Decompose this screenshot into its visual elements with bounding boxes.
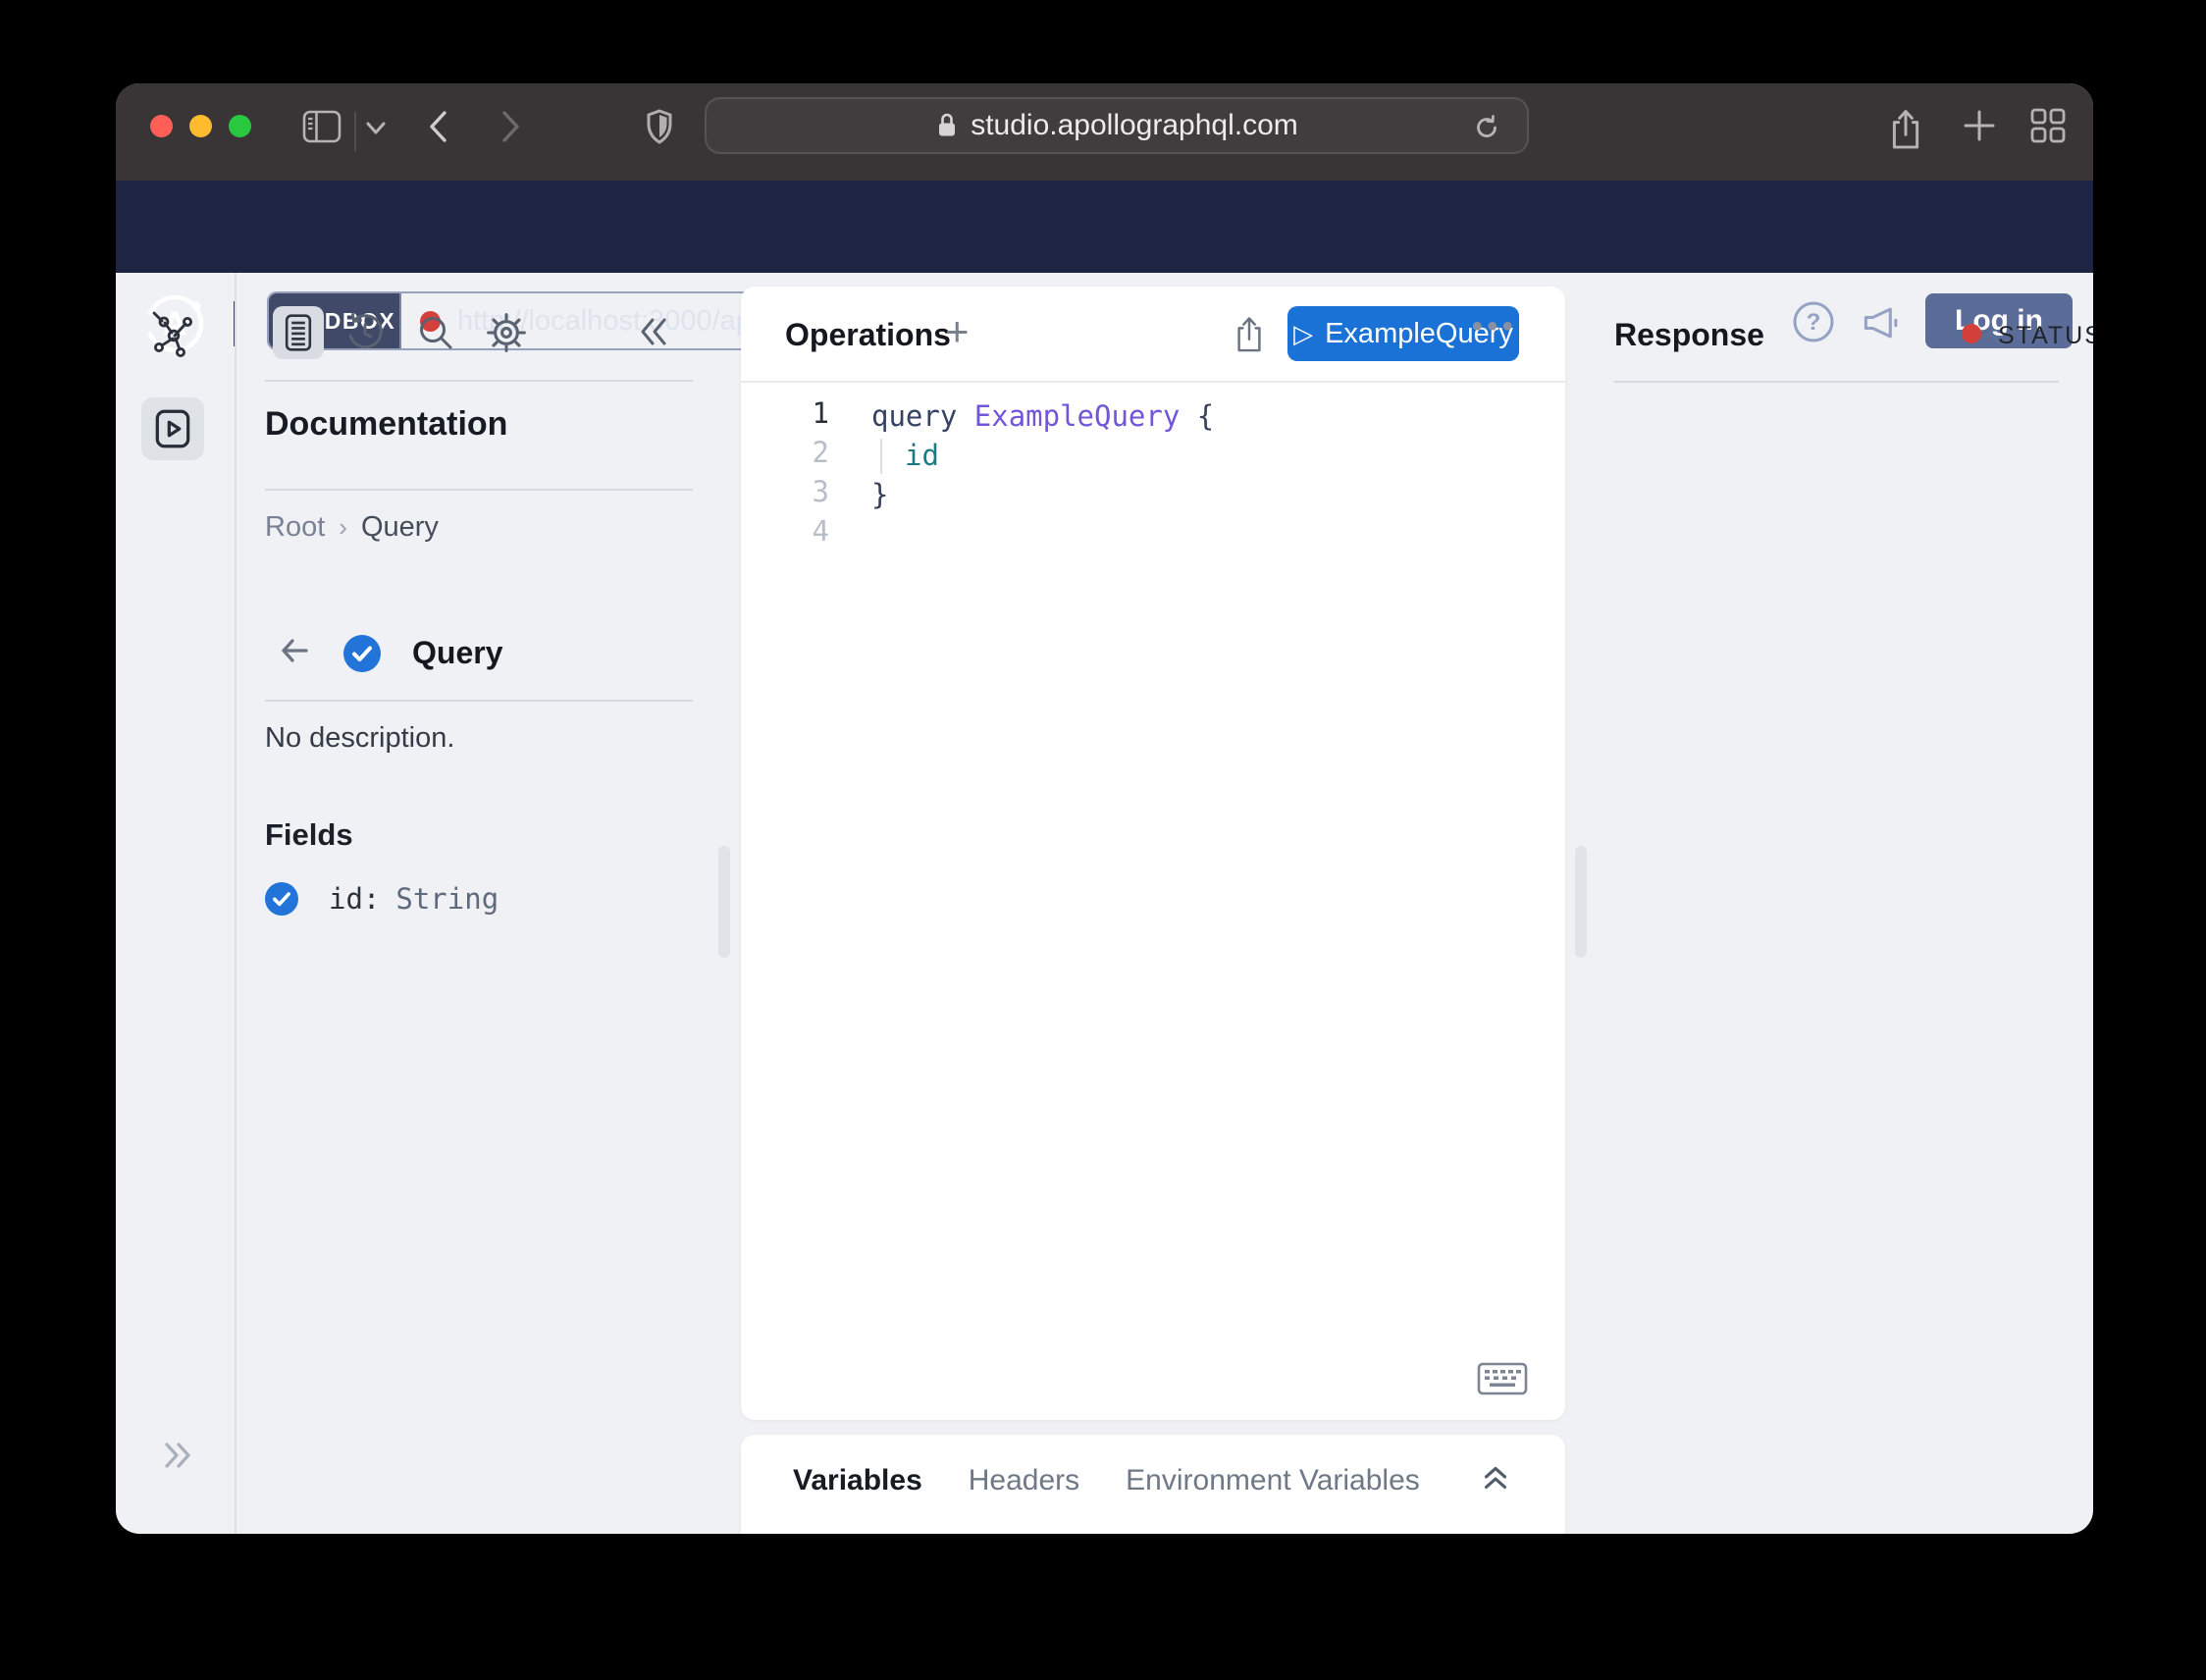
schema-graph-icon[interactable]: [149, 310, 196, 362]
forward-icon[interactable]: [498, 109, 523, 144]
browser-toolbar: studio.apollographql.com: [116, 83, 2093, 181]
collapse-panel-icon[interactable]: [633, 313, 674, 355]
history-icon[interactable]: [343, 311, 387, 359]
indent-guide: [880, 439, 882, 474]
type-heading: Query: [412, 635, 502, 671]
tab-headers[interactable]: Headers: [969, 1464, 1079, 1497]
code-line-1[interactable]: query ExampleQuery {: [871, 396, 1214, 436]
chevron-down-icon[interactable]: [363, 120, 389, 137]
status-dot: [1962, 324, 1981, 343]
privacy-shield-icon[interactable]: [646, 109, 673, 144]
doc-panel-resize-handle[interactable]: [718, 846, 730, 958]
address-bar[interactable]: studio.apollographql.com: [705, 97, 1529, 154]
response-divider: [1614, 381, 2059, 383]
lock-icon: [935, 111, 959, 140]
field-name[interactable]: id:: [329, 882, 380, 916]
line-number: 3: [770, 475, 829, 508]
breadcrumb: Root › Query: [265, 511, 439, 544]
operations-title: Operations: [785, 317, 951, 353]
line-number: 4: [770, 514, 829, 548]
type-header-row: Query: [277, 633, 502, 673]
announcements-megaphone-icon[interactable]: [1860, 305, 1905, 345]
minimize-window-button[interactable]: [189, 115, 212, 137]
app-header: A SANDBOX http://localhost:3000/api/grap…: [116, 181, 2093, 273]
fields-heading: Fields: [265, 817, 353, 853]
line-number: 2: [770, 436, 829, 469]
type-description: No description.: [265, 722, 454, 755]
field-type-link[interactable]: String: [395, 882, 499, 916]
status-label: STATUS: [1998, 322, 2093, 350]
add-operation-button[interactable]: +: [945, 308, 970, 355]
expand-panel-icon[interactable]: [1477, 1460, 1514, 1502]
back-arrow-icon[interactable]: [277, 633, 312, 673]
operations-editor-card: Operations + ▷ ExampleQuery 1 2 3 4 quer…: [741, 287, 1565, 1420]
bottom-tabs: Variables Headers Environment Variables: [793, 1464, 1420, 1497]
search-icon[interactable]: [414, 311, 457, 359]
docs-tab-button[interactable]: [273, 306, 324, 359]
close-window-button[interactable]: [150, 115, 173, 137]
share-icon[interactable]: [1887, 106, 1924, 153]
refresh-icon[interactable]: [1472, 113, 1501, 142]
tab-environment-variables[interactable]: Environment Variables: [1126, 1464, 1420, 1497]
breadcrumb-root[interactable]: Root: [265, 511, 325, 544]
address-text: studio.apollographql.com: [971, 109, 1298, 142]
variables-panel: Variables Headers Environment Variables: [741, 1435, 1565, 1534]
breadcrumb-separator-icon: ›: [339, 512, 347, 543]
response-title: Response: [1614, 317, 1764, 353]
settings-gear-icon[interactable]: [485, 311, 528, 359]
toolbar-divider: [354, 112, 356, 151]
line-number: 1: [770, 396, 829, 430]
type-checked-icon[interactable]: [343, 635, 381, 672]
svg-text:?: ?: [1807, 309, 1821, 336]
explorer-nav-button[interactable]: [141, 397, 204, 460]
field-row[interactable]: id: String: [265, 882, 499, 916]
rail-divider: [235, 273, 236, 1534]
sidebar-toggle-icon[interactable]: [302, 110, 341, 143]
doc-divider: [265, 489, 693, 491]
tab-variables[interactable]: Variables: [793, 1464, 922, 1497]
response-panel-resize-handle[interactable]: [1575, 846, 1587, 958]
code-line-3[interactable]: }: [871, 475, 888, 514]
share-operation-icon[interactable]: [1233, 314, 1266, 360]
field-checked-icon[interactable]: [265, 882, 298, 916]
new-tab-icon[interactable]: [1961, 107, 1998, 144]
ops-header-divider: [741, 381, 1565, 383]
breadcrumb-current: Query: [361, 511, 439, 544]
doc-divider: [265, 700, 693, 702]
help-icon[interactable]: ?: [1791, 299, 1836, 349]
doc-divider: [265, 380, 693, 382]
tab-overview-icon[interactable]: [2029, 107, 2067, 144]
expand-rail-icon[interactable]: [155, 1438, 198, 1478]
back-icon[interactable]: [426, 109, 451, 144]
zoom-window-button[interactable]: [229, 115, 251, 137]
play-icon: ▷: [1293, 319, 1313, 349]
keyboard-shortcuts-icon[interactable]: [1477, 1362, 1528, 1400]
operation-menu-icon[interactable]: •••: [1472, 310, 1518, 343]
browser-window: studio.apollographql.com: [116, 83, 2093, 1534]
doc-panel-title: Documentation: [265, 405, 507, 444]
code-line-2[interactable]: id: [905, 436, 939, 475]
